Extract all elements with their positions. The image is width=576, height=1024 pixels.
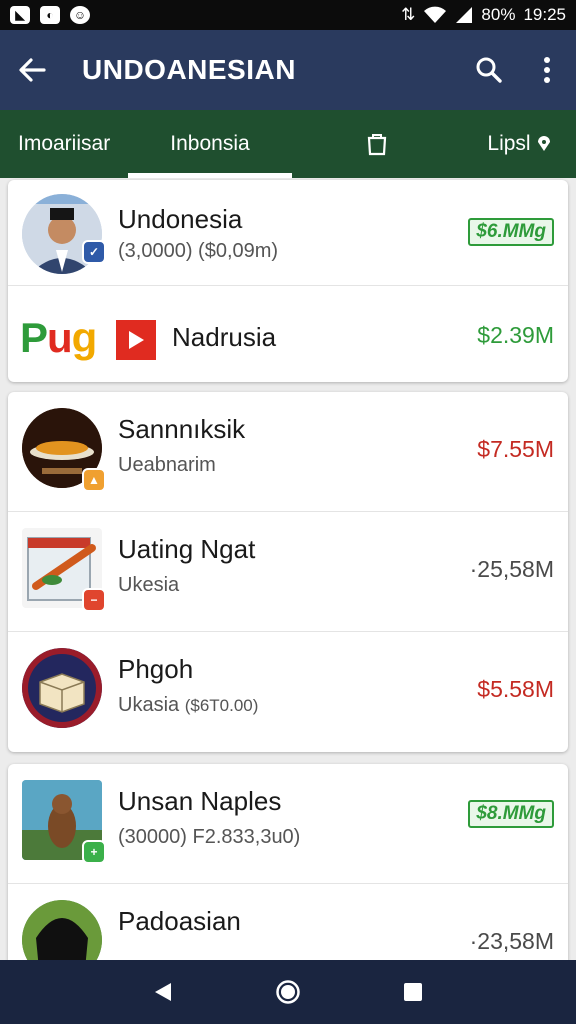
back-button[interactable]	[0, 30, 64, 110]
list-item[interactable]: Pug Nadrusia $2.39M	[8, 286, 568, 382]
tab-label: Imoariisar	[18, 132, 111, 155]
smiley-notification-icon: ☺	[70, 6, 90, 24]
status-bar: ◣ ◐ ☺ ⇅ 80% 19:25	[0, 0, 576, 30]
sale-badge-icon: −	[82, 588, 106, 612]
item-region: Ukasia	[118, 694, 180, 716]
list-item[interactable]: ✓ Undonesia (3,0000) ($0,09m) $6.MMg	[8, 180, 568, 286]
list-item[interactable]: + Unsan Naples (30000) F2.833,3u0) $8.MM…	[8, 764, 568, 884]
tab-shop[interactable]	[292, 110, 462, 178]
item-name: Unsan Naples	[118, 786, 282, 816]
item-amount: ·23,58M	[469, 928, 554, 954]
item-name: Nadrusia	[172, 322, 277, 352]
triangle-back-icon	[154, 983, 171, 1001]
item-amount: $7.55M	[477, 436, 554, 462]
brand-logo: Pug	[20, 314, 97, 361]
play-button-icon	[116, 320, 156, 360]
list-card: ✓ Undonesia (3,0000) ($0,09m) $6.MMg Pug…	[8, 180, 568, 382]
item-name: Phgoh	[118, 654, 194, 684]
more-vert-icon	[544, 57, 550, 83]
signal-icon	[456, 7, 473, 23]
list-card: + Unsan Naples (30000) F2.833,3u0) $8.MM…	[8, 764, 568, 960]
wifi-icon	[424, 6, 447, 23]
nav-home-button[interactable]	[264, 968, 312, 1016]
food-badge-icon: ▲	[82, 468, 106, 492]
overflow-menu-button[interactable]	[518, 30, 576, 110]
nav-back-button[interactable]	[139, 968, 187, 1016]
tab-bar: Imoariisar Inbonsia Lipsl	[0, 110, 576, 178]
list-card: ▲ Sannnıksik Ueabnarim $7.55M − Uating N…	[8, 392, 568, 752]
list-item[interactable]: Phgoh Ukasia ($6T0.00) $5.58M	[8, 632, 568, 752]
circle-home-icon	[276, 980, 300, 1004]
clock: 19:25	[523, 5, 566, 24]
item-subtitle: Ukesia	[118, 574, 180, 596]
item-subtitle: Ukasia ($6T0.00)	[118, 694, 258, 717]
verified-badge-icon: ✓	[82, 240, 106, 264]
item-subtitle: Ueabnarim	[118, 454, 216, 476]
notification-icons: ◣ ◐ ☺	[10, 6, 90, 24]
list-item[interactable]: Padoasian ·23,58M	[8, 884, 568, 960]
battery-percent: 80%	[481, 5, 516, 24]
app-bar: UNDOANESIAN	[0, 30, 576, 110]
avatar	[22, 648, 102, 728]
item-name: Undonesia	[118, 204, 243, 234]
item-name: Sannnıksik	[118, 414, 246, 444]
system-nav-bar	[0, 960, 576, 1024]
location-pin-icon	[537, 136, 550, 151]
avatar	[22, 900, 102, 960]
item-amount: ·25,58M	[469, 556, 554, 582]
paw-notification-icon: ◐	[40, 6, 60, 24]
arrow-left-icon	[19, 58, 46, 82]
item-amount: $2.39M	[477, 322, 554, 348]
list-item[interactable]: ▲ Sannnıksik Ueabnarim $7.55M	[8, 392, 568, 512]
item-cap: ($6T0.00)	[184, 696, 259, 715]
cursor-notification-icon: ◣	[10, 6, 30, 24]
square-recents-icon	[404, 983, 423, 1001]
tab-label: Lipsl	[487, 132, 531, 155]
tab-lipsl[interactable]: Lipsl	[462, 110, 576, 178]
tab-inbonsia[interactable]: Inbonsia	[128, 110, 292, 178]
search-icon	[476, 57, 502, 83]
search-button[interactable]	[460, 30, 518, 110]
vibrate-icon: ⇅	[401, 5, 416, 24]
item-name: Padoasian	[118, 906, 241, 936]
page-title: UNDOANESIAN	[82, 54, 296, 85]
tab-imoariisar[interactable]: Imoariisar	[0, 110, 128, 178]
amount-badge: $6.MMg	[468, 218, 554, 246]
nav-recents-button[interactable]	[389, 968, 437, 1016]
amount-badge: $8.MMg	[468, 800, 554, 828]
list-item[interactable]: − Uating Ngat Ukesia ·25,58M	[8, 512, 568, 632]
leaf-badge-icon: +	[82, 840, 106, 864]
item-amount: $5.58M	[477, 676, 554, 702]
item-name: Uating Ngat	[118, 534, 256, 564]
tab-label: Inbonsia	[170, 132, 250, 155]
market-list[interactable]: ✓ Undonesia (3,0000) ($0,09m) $6.MMg Pug…	[0, 178, 576, 960]
item-subtitle: (3,0000) ($0,09m)	[118, 240, 279, 262]
shopping-bag-icon	[367, 134, 387, 156]
item-subtitle: (30000) F2.833,3u0)	[118, 826, 301, 848]
